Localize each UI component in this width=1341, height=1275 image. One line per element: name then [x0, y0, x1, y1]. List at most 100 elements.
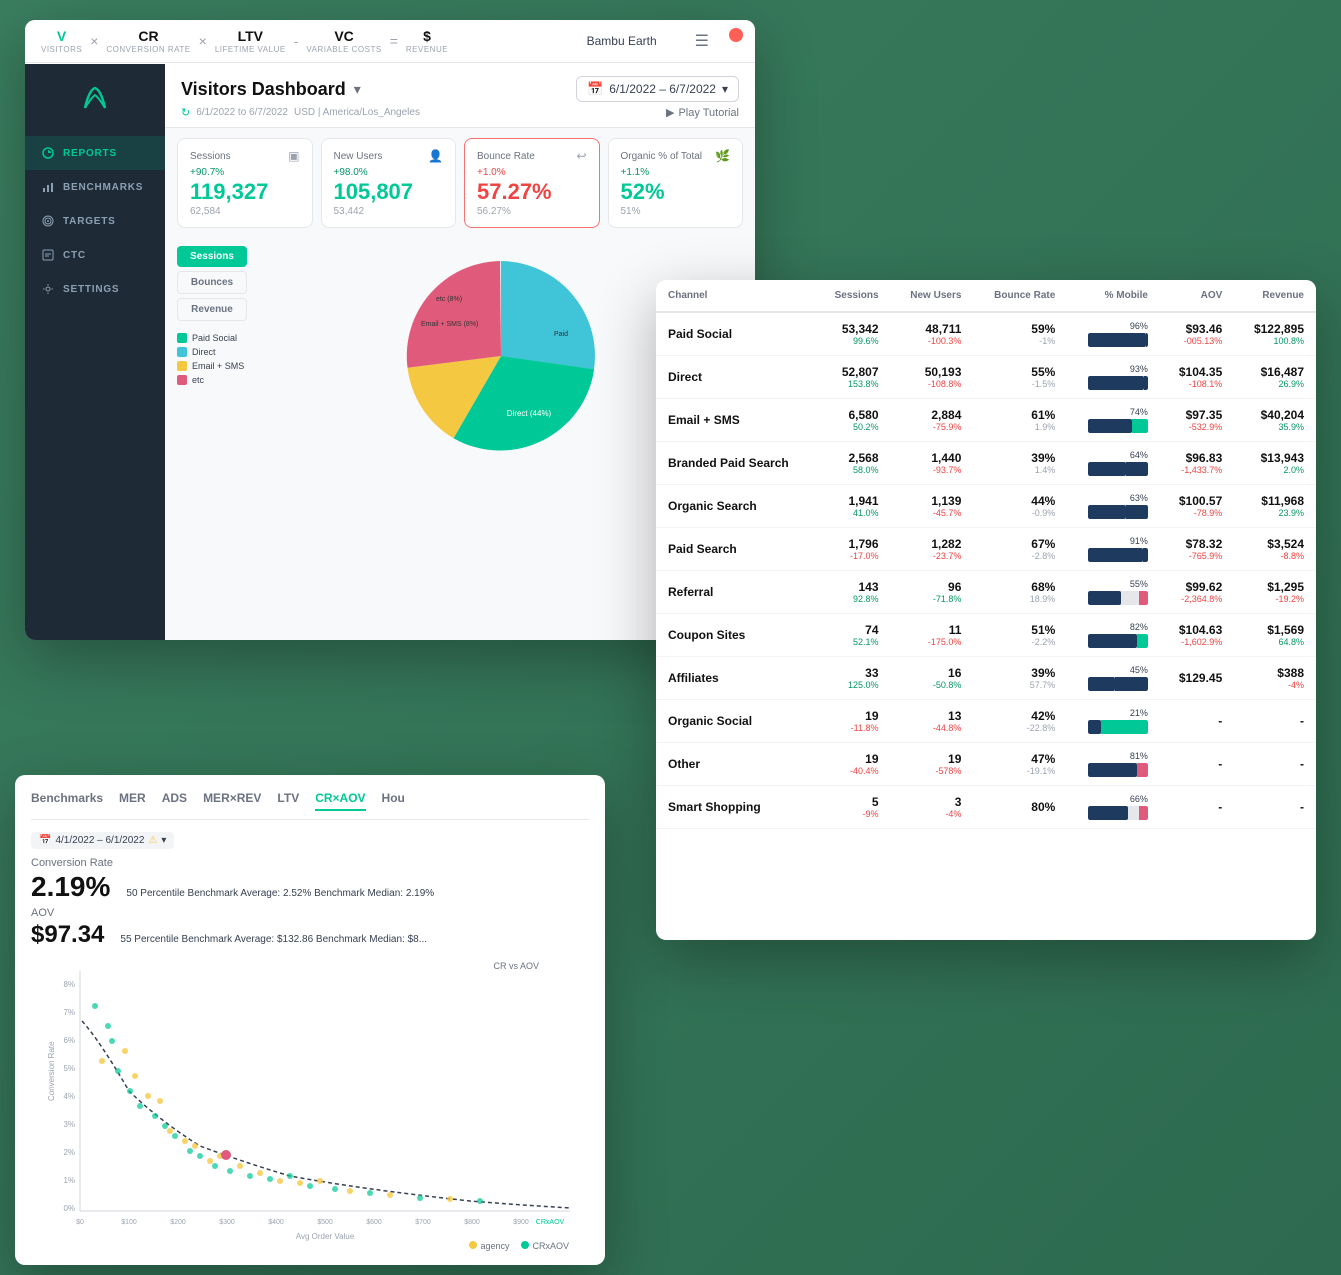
svg-text:CRxAOV: CRxAOV: [536, 1219, 565, 1226]
cell-aov: $100.57 -78.9%: [1160, 485, 1234, 528]
svg-text:Avg Order Value: Avg Order Value: [296, 1232, 355, 1241]
bench-tab-craov[interactable]: CR×AOV: [315, 791, 365, 811]
cell-bounce-rate: 39% 1.4%: [973, 442, 1067, 485]
legend-dot-email-sms: [177, 361, 187, 371]
cell-new-users: 19 -578%: [891, 743, 974, 786]
brand-name: Bambu Earth: [587, 34, 657, 48]
bench-tab-mer[interactable]: MER: [119, 791, 146, 811]
newusers-prev: 53,442: [334, 206, 444, 217]
chart-btn-bounces[interactable]: Bounces: [177, 271, 247, 294]
main-dashboard-window: V VISITORS × CR CONVERSION RATE × LTV LI…: [25, 20, 755, 640]
cell-bounce-rate: 39% 57.7%: [973, 657, 1067, 700]
chart-btn-revenue[interactable]: Revenue: [177, 298, 247, 321]
cell-aov: $96.83 -1,433.7%: [1160, 442, 1234, 485]
cell-aov: $97.35 -532.9%: [1160, 399, 1234, 442]
cell-new-users: 16 -50.8%: [891, 657, 974, 700]
svg-text:$500: $500: [317, 1219, 333, 1226]
cell-new-users: 50,193 -108.8%: [891, 356, 974, 399]
cell-revenue: -: [1234, 700, 1316, 743]
bench-tab-hou[interactable]: Hou: [382, 791, 405, 811]
dashboard-subtitle: ↻ 6/1/2022 to 6/7/2022 USD | America/Los…: [181, 106, 739, 119]
bench-aov-label: AOV: [31, 907, 589, 919]
table-scroll[interactable]: Channel Sessions New Users Bounce Rate %…: [656, 280, 1316, 940]
calendar-icon: 📅: [587, 81, 603, 97]
svg-text:0%: 0%: [63, 1204, 75, 1213]
cell-channel: Branded Paid Search: [656, 442, 816, 485]
cell-bounce-rate: 61% 1.9%: [973, 399, 1067, 442]
legend-dot-direct: [177, 347, 187, 357]
bench-tab-merrev[interactable]: MER×REV: [203, 791, 261, 811]
timezone-label: USD | America/Los_Angeles: [294, 107, 420, 118]
cell-new-users: 1,282 -23.7%: [891, 528, 974, 571]
cell-new-users: 1,440 -93.7%: [891, 442, 974, 485]
bench-tab-ads[interactable]: ADS: [162, 791, 187, 811]
sidebar-reports-label: REPORTS: [63, 148, 117, 159]
cell-revenue: $40,204 35.9%: [1234, 399, 1316, 442]
col-aov: AOV: [1160, 280, 1234, 312]
date-dropdown-arrow: ▾: [722, 82, 728, 96]
refresh-icon[interactable]: ↻: [181, 106, 190, 119]
pie-label-email: Email + SMS (8%): [421, 321, 478, 328]
sidebar-item-targets[interactable]: TARGETS: [25, 204, 165, 238]
cell-mobile: 66%: [1067, 786, 1160, 829]
cell-revenue: $11,968 23.9%: [1234, 485, 1316, 528]
formula-rev-label: REVENUE: [406, 45, 448, 54]
cell-mobile: 81%: [1067, 743, 1160, 786]
sidebar-item-ctc[interactable]: CTC: [25, 238, 165, 272]
cell-new-users: 11 -175.0%: [891, 614, 974, 657]
cell-mobile: 64%: [1067, 442, 1160, 485]
bounce-icon: ↩: [576, 149, 586, 163]
cell-mobile: 93%: [1067, 356, 1160, 399]
cell-mobile: 96%: [1067, 312, 1160, 356]
sidebar: REPORTS BENCHMARKS TARGETS CTC: [25, 64, 165, 640]
table-row: Smart Shopping 5 -9% 3 -4% 80% 66% -: [656, 786, 1316, 829]
sidebar-nav: REPORTS BENCHMARKS TARGETS CTC: [25, 136, 165, 306]
cell-bounce-rate: 55% -1.5%: [973, 356, 1067, 399]
svg-text:2%: 2%: [63, 1148, 75, 1157]
svg-text:6%: 6%: [63, 1036, 75, 1045]
cell-new-users: 3 -4%: [891, 786, 974, 829]
bench-tab-ltv[interactable]: LTV: [277, 791, 299, 811]
svg-text:$800: $800: [464, 1219, 480, 1226]
cell-sessions: 74 52.1%: [816, 614, 891, 657]
bench-date-text: 4/1/2022 – 6/1/2022: [55, 835, 144, 846]
menu-icon[interactable]: ☰: [695, 31, 709, 51]
sidebar-targets-label: TARGETS: [63, 216, 116, 227]
cell-new-users: 96 -71.8%: [891, 571, 974, 614]
table-row: Direct 52,807 153.8% 50,193 -108.8% 55% …: [656, 356, 1316, 399]
date-selector[interactable]: 📅 6/1/2022 – 6/7/2022 ▾: [576, 76, 739, 102]
bench-date-pill[interactable]: 📅 4/1/2022 – 6/1/2022 ⚠ ▾: [31, 832, 174, 849]
play-tutorial-button[interactable]: ▶ Play Tutorial: [666, 106, 739, 119]
formula-vc-symbol: VC: [334, 28, 353, 44]
sidebar-item-benchmarks[interactable]: BENCHMARKS: [25, 170, 165, 204]
cell-channel: Coupon Sites: [656, 614, 816, 657]
subtitle-date: 6/1/2022 to 6/7/2022: [196, 107, 288, 118]
date-range-text: 6/1/2022 – 6/7/2022: [609, 82, 716, 96]
targets-icon: [41, 214, 55, 228]
channel-table-window: Channel Sessions New Users Bounce Rate %…: [656, 280, 1316, 940]
legend-label-email-sms: Email + SMS: [192, 361, 244, 371]
cell-bounce-rate: 44% -0.9%: [973, 485, 1067, 528]
chart-btn-sessions[interactable]: Sessions: [177, 246, 247, 267]
pie-label-paid: Paid: [554, 331, 568, 338]
organic-prev: 51%: [621, 206, 731, 217]
cell-sessions: 19 -40.4%: [816, 743, 891, 786]
reports-icon: [41, 146, 55, 160]
channel-table: Channel Sessions New Users Bounce Rate %…: [656, 280, 1316, 829]
sidebar-item-reports[interactable]: REPORTS: [25, 136, 165, 170]
svg-text:Conversion Rate: Conversion Rate: [47, 1041, 56, 1101]
kpi-bounce-rate: Bounce Rate ↩ +1.0% 57.27% 56.27%: [464, 138, 600, 228]
table-row: Branded Paid Search 2,568 58.0% 1,440 -9…: [656, 442, 1316, 485]
pie-label-etc: etc (8%): [436, 296, 462, 303]
cell-new-users: 1,139 -45.7%: [891, 485, 974, 528]
close-button[interactable]: [729, 28, 743, 42]
users-icon: 👤: [428, 149, 443, 163]
col-revenue: Revenue: [1234, 280, 1316, 312]
cell-revenue: $122,895 100.8%: [1234, 312, 1316, 356]
formula-op-1: ×: [90, 33, 98, 49]
sidebar-item-settings[interactable]: SETTINGS: [25, 272, 165, 306]
title-dropdown-arrow[interactable]: ▾: [354, 81, 361, 98]
bench-tab-benchmarks[interactable]: Benchmarks: [31, 791, 103, 811]
cell-sessions: 2,568 58.0%: [816, 442, 891, 485]
cell-sessions: 52,807 153.8%: [816, 356, 891, 399]
